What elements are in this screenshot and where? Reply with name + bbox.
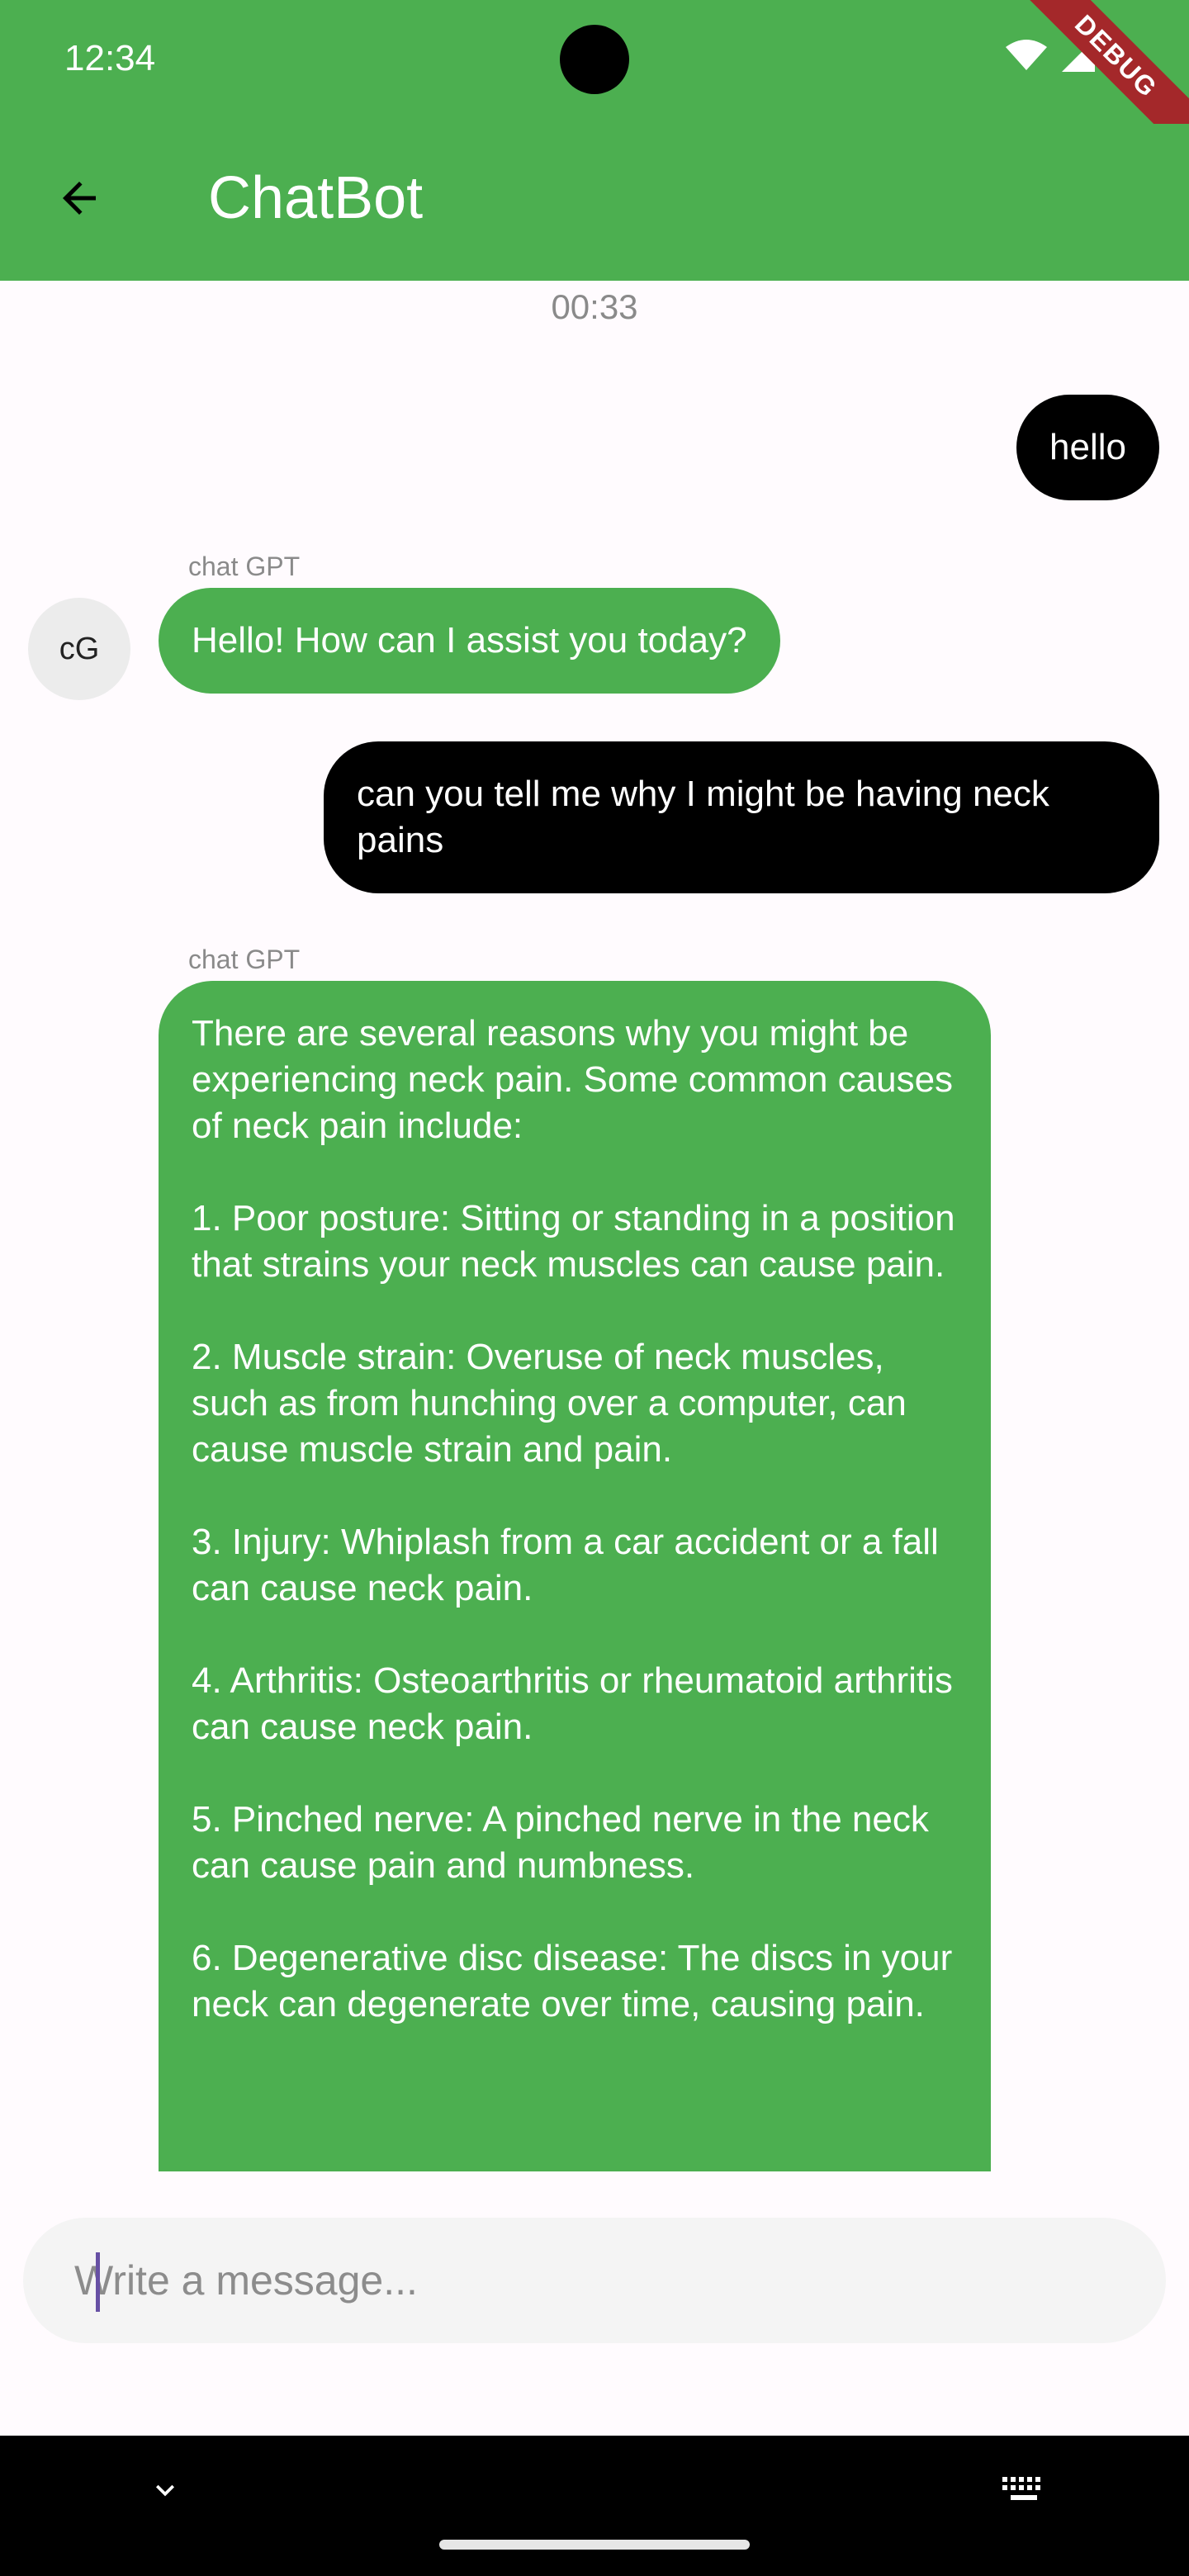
page-title: ChatBot: [208, 165, 424, 231]
avatar: cG: [28, 598, 130, 700]
sender-name: chat GPT: [188, 552, 301, 581]
status-time: 12:34: [64, 38, 156, 78]
status-bar: 12:34 DEBUG: [0, 0, 1189, 159]
text-caret: [96, 2252, 100, 2312]
user-message-bubble[interactable]: hello: [1016, 395, 1159, 500]
wifi-icon: [1006, 40, 1047, 70]
back-button[interactable]: [38, 157, 121, 239]
keyboard-switch-button[interactable]: [991, 2457, 1057, 2523]
bot-message-bubble[interactable]: Hello! How can I assist you today?: [159, 588, 780, 694]
message-timestamp: 00:33: [551, 287, 638, 326]
arrow-left-icon: [63, 182, 96, 215]
system-nav-bar: [0, 2436, 1189, 2576]
hide-keyboard-button[interactable]: [132, 2457, 198, 2523]
user-message-bubble[interactable]: can you tell me why I might be having ne…: [324, 741, 1159, 893]
chat-list[interactable]: 00:33 hello chat GPT cG Hello! How can I…: [0, 281, 1189, 2171]
message-composer: [23, 2218, 1166, 2343]
camera-cutout: [560, 25, 629, 94]
home-gesture-handle[interactable]: [439, 2540, 750, 2550]
keyboard-icon: [1002, 2477, 1040, 2500]
app-bar: [0, 124, 1189, 281]
chevron-down-icon: [156, 2484, 174, 2497]
bot-message-bubble[interactable]: There are several reasons why you might …: [159, 981, 991, 2171]
sender-name: chat GPT: [188, 945, 301, 974]
message-input[interactable]: [74, 2218, 1131, 2343]
